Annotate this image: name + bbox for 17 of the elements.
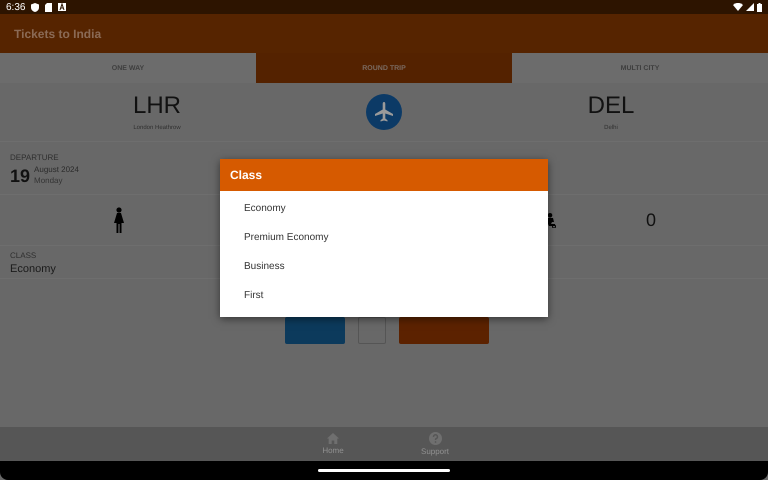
airport-code: DEL bbox=[588, 93, 634, 119]
app-title: Tickets to India bbox=[14, 26, 102, 40]
passenger-count: 0 bbox=[646, 210, 656, 230]
class-option[interactable]: Premium Economy bbox=[220, 223, 548, 252]
nav-item[interactable]: Home bbox=[307, 433, 359, 455]
dialog-title: Class bbox=[230, 168, 262, 182]
month-year: August 2024 bbox=[34, 165, 79, 174]
field-label: CLASS bbox=[10, 251, 38, 260]
field-label: DEPARTURE bbox=[10, 153, 60, 162]
class-option[interactable]: Business bbox=[220, 252, 548, 281]
class-option[interactable]: First bbox=[220, 281, 548, 310]
day-number: 19 bbox=[10, 167, 30, 185]
airport-code: LHR bbox=[132, 93, 181, 119]
class-value[interactable]: Economy bbox=[10, 263, 56, 275]
clock: 6:36 bbox=[6, 2, 26, 12]
nav-item[interactable]: Support bbox=[409, 432, 461, 456]
class-option[interactable]: Economy bbox=[220, 194, 548, 223]
